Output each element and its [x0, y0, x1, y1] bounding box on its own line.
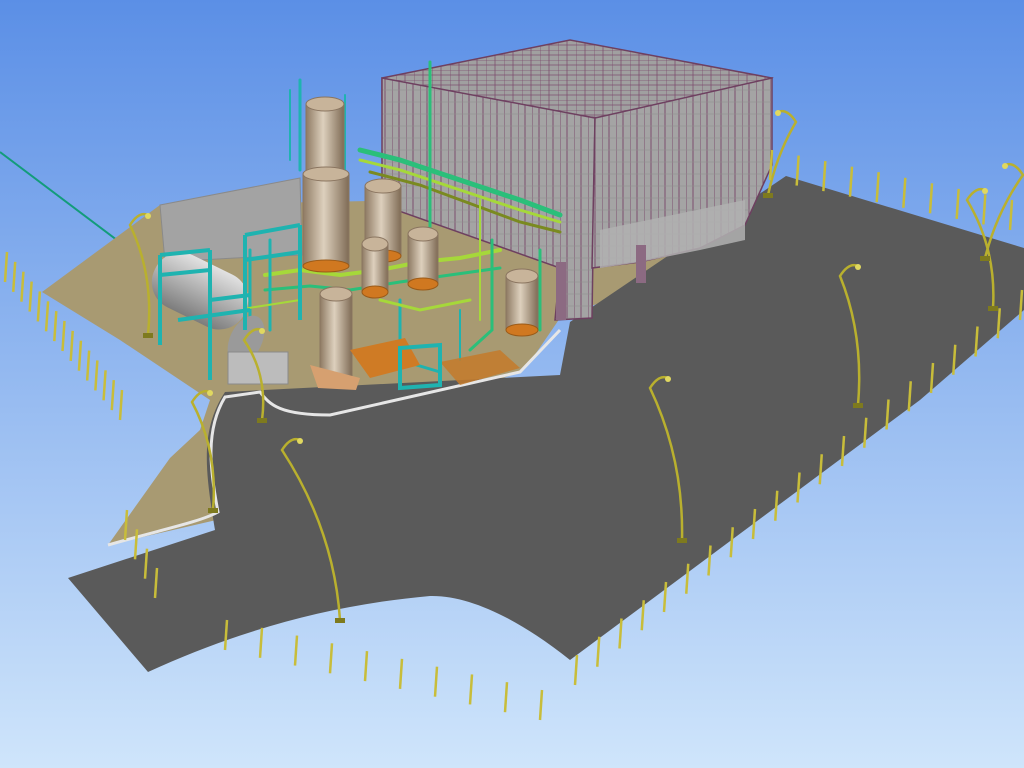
building-column	[636, 245, 646, 283]
vertical-vessel[interactable]	[361, 236, 389, 299]
vertical-vessel[interactable]	[407, 226, 439, 291]
vertical-vessel[interactable]	[302, 166, 350, 273]
3d-plant-viewport[interactable]	[0, 0, 1024, 768]
vertical-vessel[interactable]	[505, 268, 539, 337]
building-column	[556, 262, 566, 320]
scene-canvas[interactable]	[0, 0, 1024, 768]
